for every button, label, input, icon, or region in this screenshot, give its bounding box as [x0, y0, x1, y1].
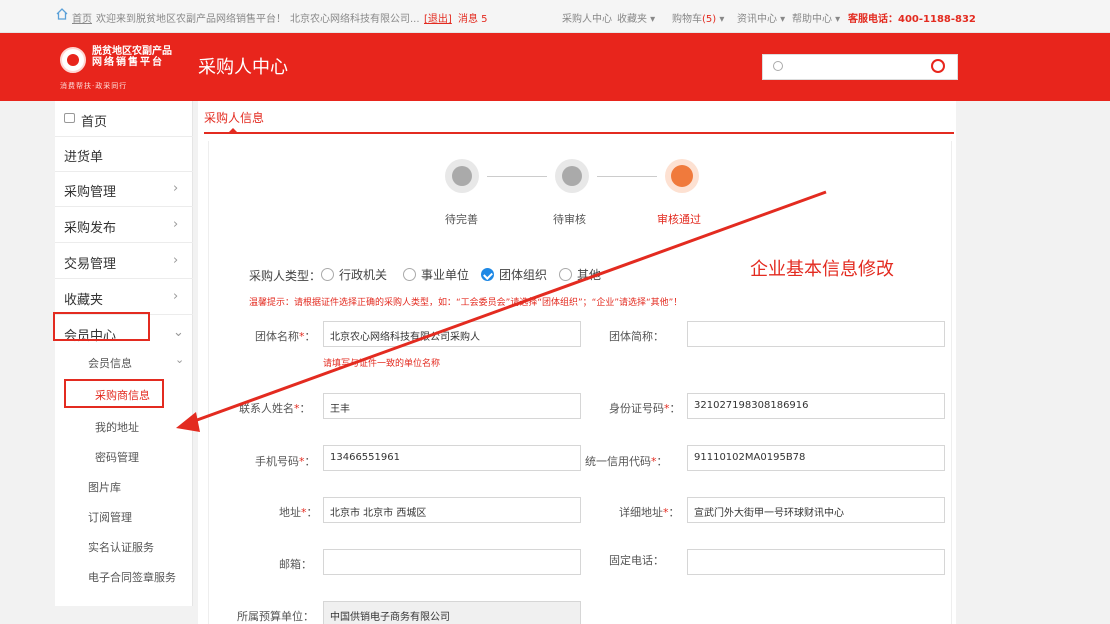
sidebar-sub-member-info[interactable]: 会员信息 — [88, 355, 132, 371]
search-button[interactable] — [923, 58, 953, 76]
highlight-box-buyer-info — [64, 379, 164, 408]
step-connector — [487, 176, 547, 177]
logo-emblem-icon[interactable] — [60, 47, 86, 73]
help-center-link[interactable]: 帮助中心 ▾ — [792, 10, 840, 25]
top-bar: 首页 欢迎来到脱贫地区农副产品网络销售平台！ 北京农心网络科技有限公司... [… — [0, 0, 1110, 33]
sidebar-item-purchase-mgmt[interactable]: 采购管理 › — [55, 171, 193, 207]
radio-group-org[interactable] — [481, 268, 494, 281]
buyer-type-label: 采购人类型： — [249, 269, 322, 283]
sidebar-sub-contract[interactable]: 电子合同签章服务 — [88, 569, 176, 585]
sidebar-item-home[interactable]: 首页 — [55, 101, 193, 137]
sidebar-sub-password[interactable]: 密码管理 — [95, 449, 139, 465]
search-input[interactable] — [787, 57, 917, 77]
step-label-review: 待审核 — [553, 213, 586, 226]
radio-group-org-label[interactable]: 团体组织 — [499, 266, 547, 283]
home-icon[interactable] — [56, 8, 68, 20]
hotline-text: 客服电话：400-1188-832 — [848, 14, 976, 25]
search-icon — [773, 61, 783, 71]
page-title: 采购人中心 — [198, 57, 288, 78]
logo-text[interactable]: 脱贫地区农副产品 网络销售平台 — [92, 46, 172, 68]
sidebar-item-cart[interactable]: 进货单 — [55, 136, 193, 172]
tel-label: 固定电话： — [609, 554, 664, 567]
email-field[interactable] — [323, 549, 581, 575]
form-panel: 待完善 待审核 审核通过 采购人类型： 行政机关 事业单位 团体组织 其他 温馨… — [208, 141, 952, 624]
detail-address-field[interactable]: 宣武门外大街甲一号环球财讯中心 — [687, 497, 945, 523]
detail-address-label: 详细地址*： — [619, 506, 680, 519]
radio-other[interactable] — [559, 268, 572, 281]
chevron-down-icon: ⌄ — [173, 325, 184, 340]
step-label-pending: 待完善 — [445, 213, 478, 226]
chevron-right-icon: › — [173, 217, 179, 232]
sidebar-sub-realname[interactable]: 实名认证服务 — [88, 539, 154, 555]
step-pending-icon — [445, 159, 479, 193]
credit-code-label: 统一信用代码*： — [585, 455, 668, 468]
tel-field[interactable] — [687, 549, 945, 575]
radio-admin-label[interactable]: 行政机关 — [339, 266, 387, 283]
site-header: 脱贫地区农副产品 网络销售平台 消费帮扶·政采同行 采购人中心 — [0, 33, 1110, 101]
chevron-right-icon: › — [173, 253, 179, 268]
radio-institution-label[interactable]: 事业单位 — [421, 266, 469, 283]
tab-underline — [204, 132, 954, 134]
chevron-down-icon: ⌄ — [175, 353, 185, 366]
phone-field[interactable]: 13466551961 — [323, 445, 581, 471]
contact-label: 联系人姓名*： — [239, 402, 311, 415]
main-content: 采购人信息 待完善 待审核 审核通过 采购人类型： 行政机关 事业单位 团体组织… — [198, 101, 956, 624]
org-short-label: 团体简称： — [609, 330, 664, 343]
search-icon — [931, 59, 945, 73]
step-connector — [597, 176, 657, 177]
radio-institution[interactable] — [403, 268, 416, 281]
org-name-field[interactable]: 北京农心网络科技有限公司采购人 — [323, 321, 581, 347]
sidebar-sub-my-address[interactable]: 我的地址 — [95, 419, 139, 435]
chevron-right-icon: › — [173, 289, 179, 304]
org-name-label: 团体名称*： — [255, 330, 316, 343]
home-icon — [64, 113, 75, 123]
chevron-right-icon: › — [173, 181, 179, 196]
step-label-approved: 审核通过 — [657, 213, 701, 226]
email-label: 邮箱： — [279, 558, 312, 571]
address-field[interactable]: 北京市 北京市 西城区 — [323, 497, 581, 523]
address-label: 地址*： — [279, 506, 318, 519]
buyer-center-link[interactable]: 采购人中心 — [562, 10, 612, 25]
welcome-text: 欢迎来到脱贫地区农副产品网络销售平台！ — [96, 14, 286, 25]
id-field[interactable]: 321027198308186916 — [687, 393, 945, 419]
budget-unit-label: 所属预算单位： — [237, 610, 314, 623]
contact-field[interactable]: 王丰 — [323, 393, 581, 419]
favorites-link[interactable]: 收藏夹 ▾ — [617, 10, 655, 25]
tab-buyer-info[interactable]: 采购人信息 — [204, 109, 264, 126]
company-name: 北京农心网络科技有限公司... — [290, 14, 420, 25]
info-center-link[interactable]: 资讯中心 ▾ — [737, 10, 785, 25]
buyer-type-hint: 温馨提示：请根据证件选择正确的采购人类型，如：“工会委员会”请选择“团体组织”；… — [249, 298, 683, 308]
radio-admin[interactable] — [321, 268, 334, 281]
sidebar: 首页 进货单 采购管理 › 采购发布 › 交易管理 › 收藏夹 › 会员中心 ⌄ 会员信息… — [53, 101, 193, 606]
logo-slogan: 消费帮扶·政采同行 — [60, 82, 128, 90]
top-home-link[interactable]: 首页 — [72, 10, 92, 25]
radio-other-label[interactable]: 其他 — [577, 266, 601, 283]
highlight-box-member-center — [53, 312, 150, 341]
messages-link[interactable]: 消息 5 — [458, 10, 488, 25]
sidebar-item-purchase-publish[interactable]: 采购发布 › — [55, 207, 193, 243]
sidebar-sub-gallery[interactable]: 图片库 — [88, 479, 121, 495]
budget-unit-field: 中国供销电子商务有限公司 — [323, 601, 581, 624]
annotation-text: 企业基本信息修改 — [750, 259, 894, 280]
sidebar-item-trade-mgmt[interactable]: 交易管理 › — [55, 243, 193, 279]
sidebar-item-favorites[interactable]: 收藏夹 › — [55, 279, 193, 315]
tab-caret-icon — [228, 128, 238, 133]
logout-link[interactable]: [退出] — [424, 10, 452, 25]
org-name-tip: 请填写与证件一致的单位名称 — [323, 359, 441, 369]
sidebar-sub-subscription[interactable]: 订阅管理 — [88, 509, 132, 525]
org-short-field[interactable] — [687, 321, 945, 347]
phone-label: 手机号码*： — [255, 455, 316, 468]
credit-code-field[interactable]: 91110102MA0195B78 — [687, 445, 945, 471]
step-approved-icon — [665, 159, 699, 193]
id-label: 身份证号码*： — [609, 402, 681, 415]
cart-link[interactable]: 购物车(5) ▾ — [672, 10, 724, 25]
search-box — [762, 54, 958, 80]
step-review-icon — [555, 159, 589, 193]
